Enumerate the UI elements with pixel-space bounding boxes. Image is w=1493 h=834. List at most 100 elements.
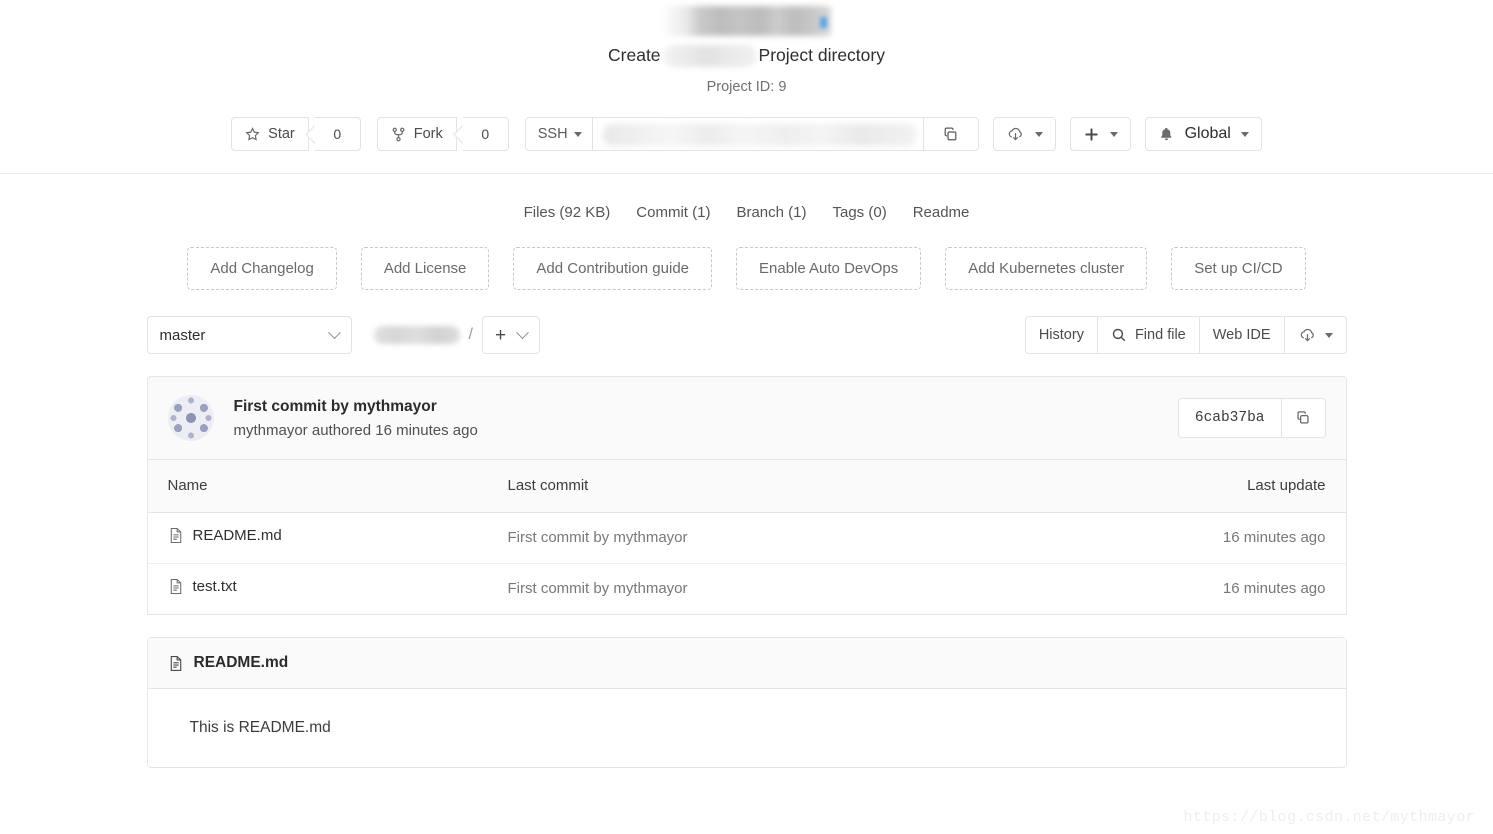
repository-content: master / + History Find file Web IDE Fir… xyxy=(146,290,1347,768)
fork-count-badge[interactable]: 0 xyxy=(462,117,509,151)
add-changelog-button[interactable]: Add Changelog xyxy=(187,247,337,290)
file-last-commit[interactable]: First commit by mythmayor xyxy=(488,563,1009,614)
fork-button[interactable]: Fork xyxy=(376,117,457,151)
add-new-dropdown[interactable] xyxy=(1069,117,1131,151)
bell-icon xyxy=(1158,126,1175,143)
star-icon xyxy=(245,126,260,142)
readme-panel: README.md This is README.md xyxy=(146,637,1347,768)
download-cloud-icon xyxy=(1006,125,1025,144)
clone-protocol-dropdown[interactable]: SSH xyxy=(524,117,593,151)
project-name-accent xyxy=(820,17,827,28)
stat-commit[interactable]: Commit (1) xyxy=(636,204,710,221)
page-title-redacted xyxy=(662,45,757,68)
file-last-update: 16 minutes ago xyxy=(1222,580,1326,598)
notification-dropdown[interactable]: Global xyxy=(1144,117,1262,151)
download-repo-dropdown[interactable] xyxy=(1284,316,1347,354)
commit-text-block: First commit by mythmayor mythmayor auth… xyxy=(234,398,478,439)
add-to-tree-dropdown[interactable]: + xyxy=(481,316,541,354)
breadcrumb-separator: / xyxy=(468,326,473,343)
table-row[interactable]: test.txt First commit by mythmayor 16 mi… xyxy=(148,563,1346,614)
copy-icon xyxy=(1295,410,1311,426)
stat-readme[interactable]: Readme xyxy=(913,204,970,221)
fork-label: Fork xyxy=(413,125,443,142)
file-last-commit[interactable]: First commit by mythmayor xyxy=(487,512,1009,564)
readme-body: This is README.md xyxy=(189,719,331,736)
file-table: Name Last commit Last update README.md F… xyxy=(147,460,1346,614)
copy-icon xyxy=(942,126,959,143)
chevron-down-icon xyxy=(573,131,582,137)
star-label: Star xyxy=(268,125,295,142)
stat-files[interactable]: Files (92 KB) xyxy=(524,204,611,221)
chevron-down-icon xyxy=(1240,131,1249,137)
star-count-badge[interactable]: 0 xyxy=(314,117,361,151)
chevron-down-icon xyxy=(1324,332,1333,338)
chevron-down-icon xyxy=(1109,131,1118,137)
clone-url-redacted xyxy=(602,124,917,146)
file-table-head: Name Last commit Last update xyxy=(147,460,1346,513)
fork-group: Fork 0 xyxy=(376,117,509,151)
find-file-button[interactable]: Find file xyxy=(1097,316,1200,354)
watermark: https://blog.csdn.net/mythmayor xyxy=(1183,809,1475,826)
page-title-suffix: Project directory xyxy=(758,45,885,65)
search-icon xyxy=(1111,327,1127,343)
notification-label: Global xyxy=(1184,125,1231,142)
table-row[interactable]: README.md First commit by mythmayor 16 m… xyxy=(147,512,1346,564)
column-header-last-update: Last update xyxy=(1008,460,1346,513)
project-name-redacted xyxy=(662,6,831,36)
page-title-prefix: Create xyxy=(608,45,661,65)
last-commit-panel: First commit by mythmayor mythmayor auth… xyxy=(146,376,1347,460)
chevron-down-icon xyxy=(516,325,529,339)
project-overview-page: Create Project directory Project ID: 9 St… xyxy=(0,0,1493,834)
download-source-dropdown[interactable] xyxy=(992,117,1056,151)
repository-actions: History Find file Web IDE xyxy=(1024,316,1347,354)
branch-selector[interactable]: master xyxy=(146,316,352,354)
web-ide-button[interactable]: Web IDE xyxy=(1199,316,1285,354)
star-button[interactable]: Star xyxy=(231,117,309,151)
add-kubernetes-cluster-button[interactable]: Add Kubernetes cluster xyxy=(945,247,1148,290)
history-button[interactable]: History xyxy=(1024,316,1098,354)
file-name-cell: README.md xyxy=(147,512,488,564)
quick-actions-row: Add Changelog Add License Add Contributi… xyxy=(0,247,1493,290)
project-id: Project ID: 9 xyxy=(706,79,787,95)
find-file-label: Find file xyxy=(1134,326,1186,343)
clone-url-input[interactable] xyxy=(592,117,923,151)
copy-commit-sha-button[interactable] xyxy=(1281,398,1326,438)
repository-toolbar: master / + History Find file Web IDE xyxy=(146,316,1347,354)
file-table-header-row: Name Last commit Last update xyxy=(147,460,1346,513)
clone-url-group: SSH xyxy=(524,117,979,151)
commit-sha-group: 6cab37ba xyxy=(1177,398,1326,438)
chevron-down-icon xyxy=(327,325,341,339)
download-cloud-icon xyxy=(1298,326,1317,345)
commit-meta: mythmayor authored 16 minutes ago xyxy=(233,421,478,439)
fork-icon xyxy=(391,127,406,142)
header-divider xyxy=(0,173,1493,174)
file-table-body: README.md First commit by mythmayor 16 m… xyxy=(147,512,1346,614)
set-up-cicd-button[interactable]: Set up CI/CD xyxy=(1171,247,1306,290)
file-list: Name Last commit Last update README.md F… xyxy=(146,460,1347,615)
repo-stats-nav: Files (92 KB) Commit (1) Branch (1) Tags… xyxy=(0,204,1493,221)
breadcrumb: / xyxy=(373,326,473,344)
enable-auto-devops-button[interactable]: Enable Auto DevOps xyxy=(736,247,922,290)
stat-branch[interactable]: Branch (1) xyxy=(736,204,806,221)
star-group: Star 0 xyxy=(231,117,361,151)
file-name[interactable]: README.md xyxy=(193,527,282,544)
file-name[interactable]: test.txt xyxy=(193,578,237,595)
clone-protocol-label: SSH xyxy=(537,126,568,142)
file-icon xyxy=(168,578,184,595)
readme-header: README.md xyxy=(147,638,1346,689)
commit-sha[interactable]: 6cab37ba xyxy=(1177,398,1282,438)
page-title: Create Project directory xyxy=(0,42,1493,68)
stat-tags[interactable]: Tags (0) xyxy=(833,204,887,221)
avatar xyxy=(167,395,214,441)
copy-clone-url-button[interactable] xyxy=(922,117,979,151)
add-contribution-guide-button[interactable]: Add Contribution guide xyxy=(513,247,712,290)
project-action-toolbar: Star 0 Fork 0 SSH Global xyxy=(0,117,1493,151)
commit-title[interactable]: First commit by mythmayor xyxy=(234,398,478,416)
column-header-name: Name xyxy=(147,460,488,513)
add-license-button[interactable]: Add License xyxy=(360,247,490,290)
column-header-last-commit: Last commit xyxy=(487,460,1009,513)
file-last-update: 16 minutes ago xyxy=(1008,512,1346,564)
breadcrumb-root-redacted[interactable] xyxy=(373,326,460,344)
plus-icon: + xyxy=(494,324,507,346)
project-header: Create Project directory Project ID: 9 xyxy=(0,0,1493,95)
